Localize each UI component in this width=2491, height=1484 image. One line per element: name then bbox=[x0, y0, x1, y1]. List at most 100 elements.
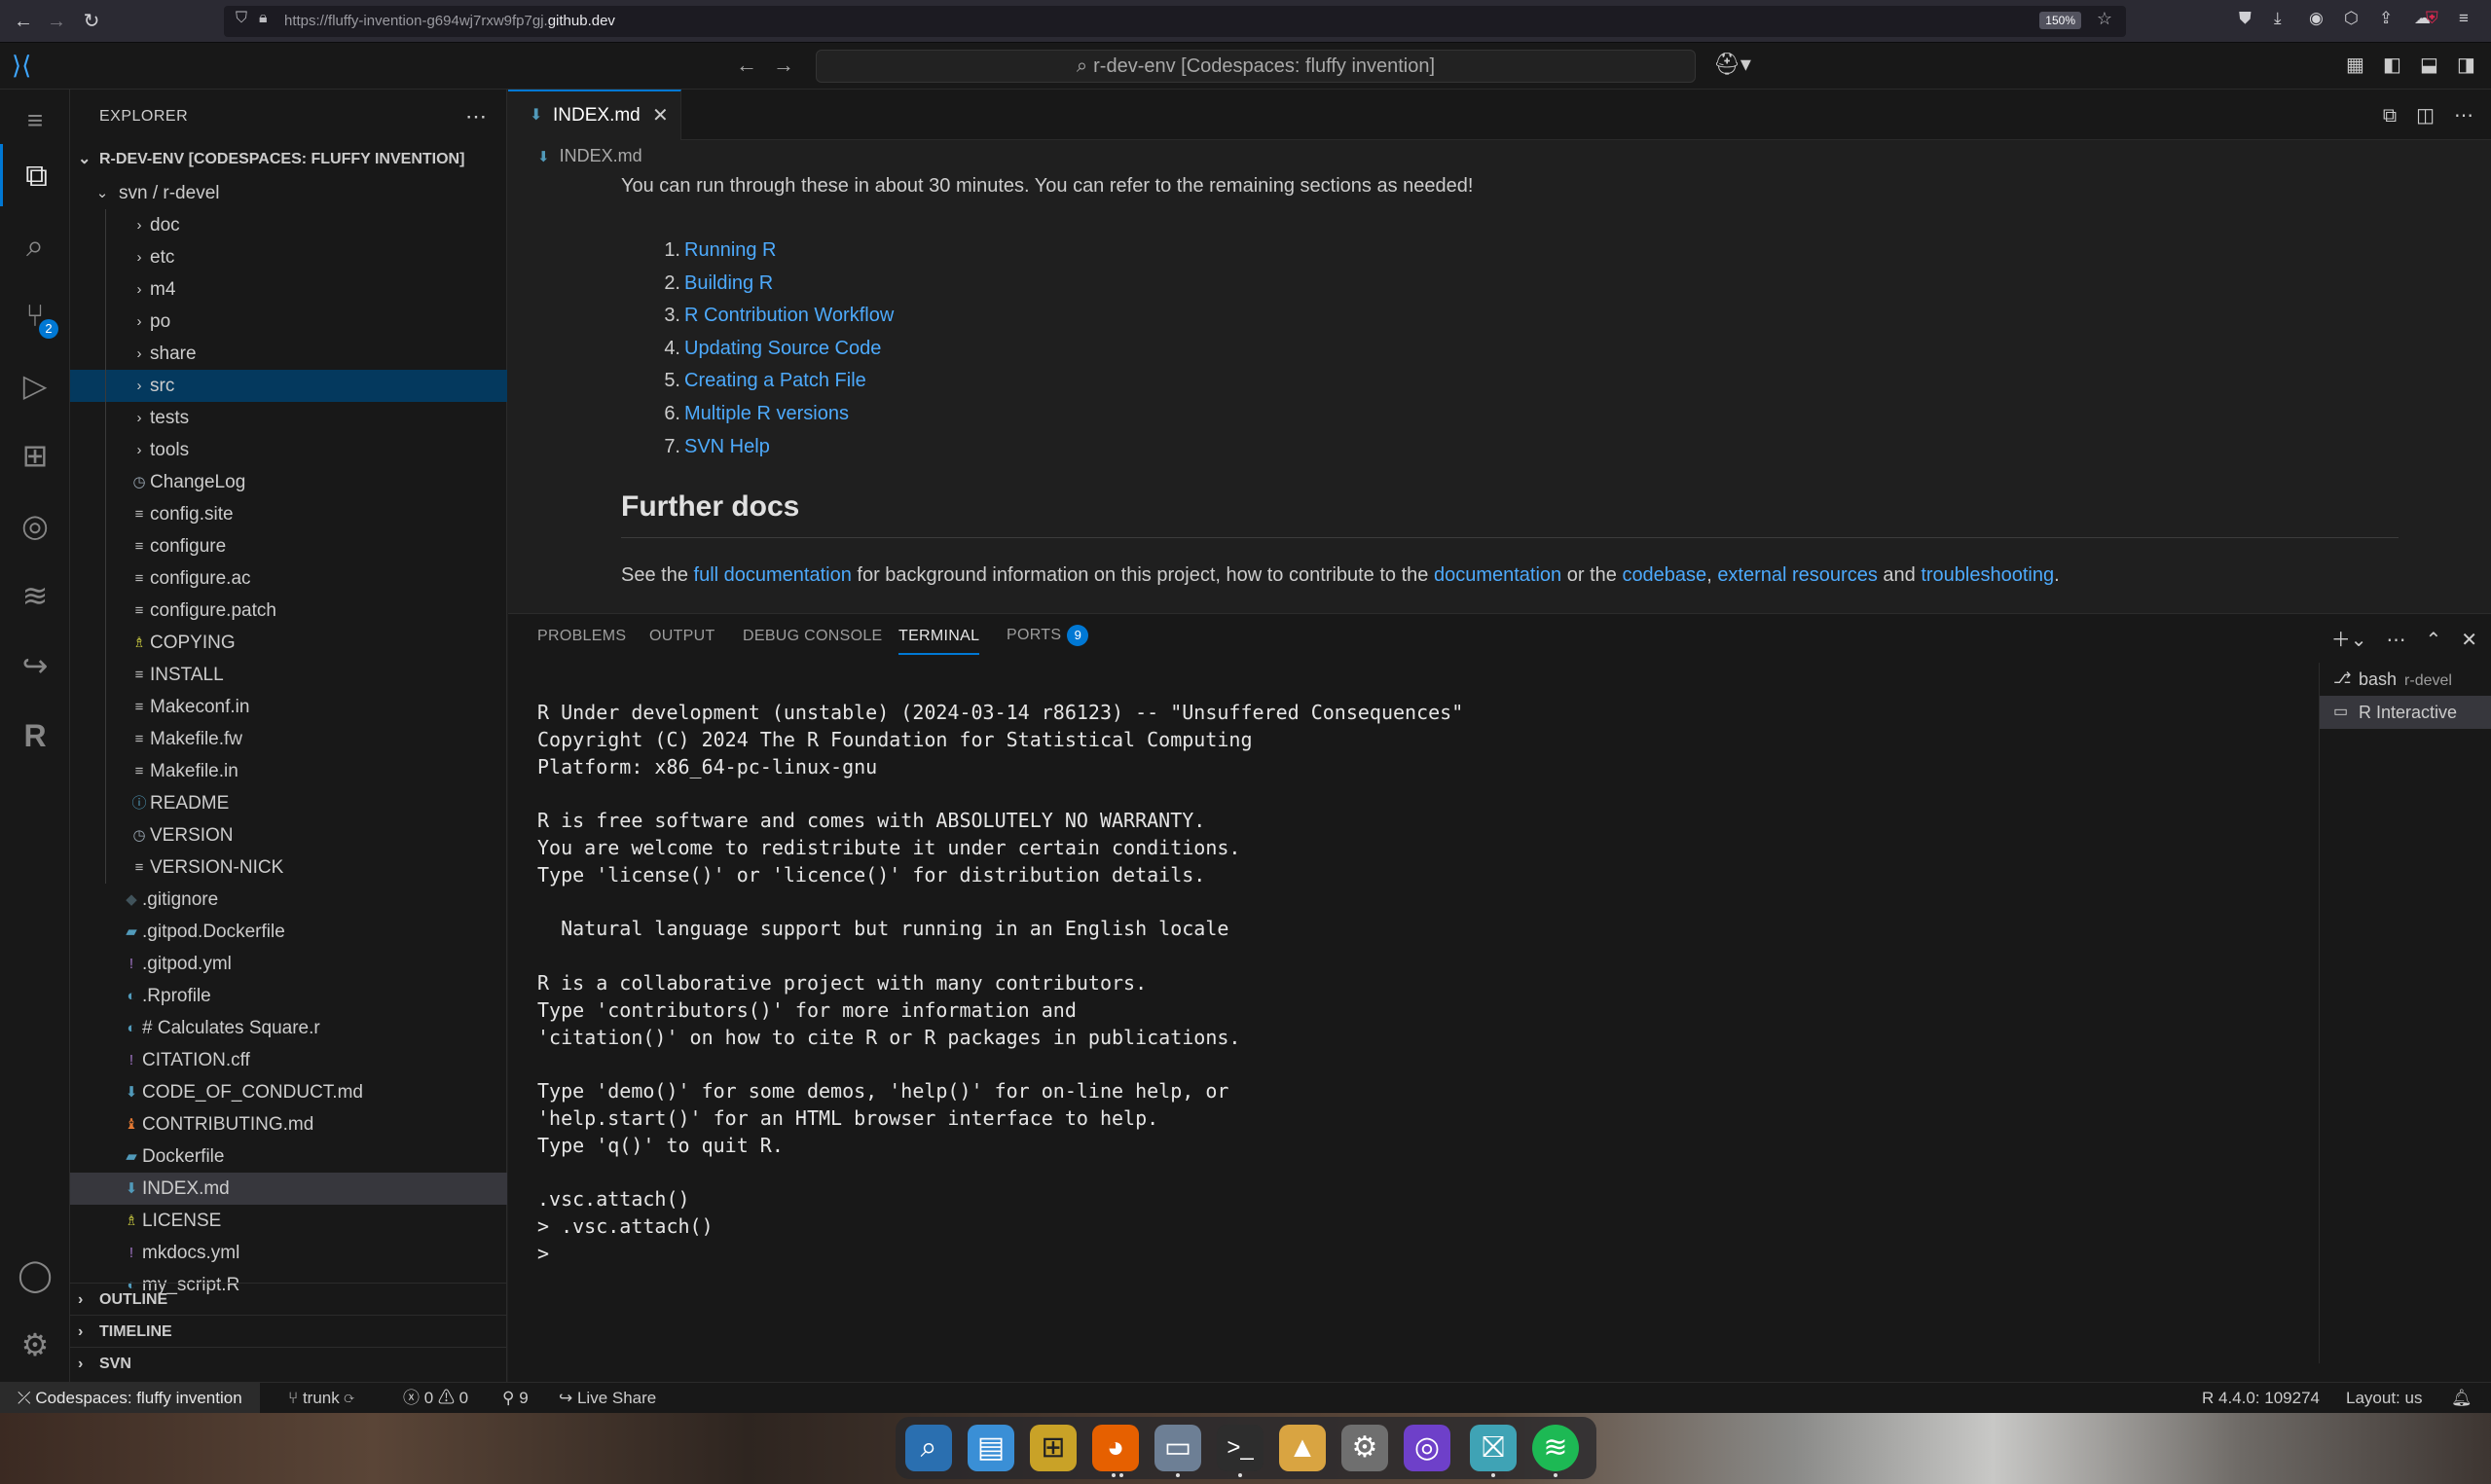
lock-icon[interactable]: 🔒︎ bbox=[259, 10, 268, 27]
tree-file[interactable]: ◐ .Rprofile bbox=[70, 980, 507, 1012]
live-share-icon[interactable]: ↪ bbox=[0, 634, 70, 697]
tree-folder[interactable]: › doc bbox=[70, 209, 507, 241]
tree-folder[interactable]: › po bbox=[70, 306, 507, 338]
svn-icon[interactable]: ≋ bbox=[0, 564, 70, 627]
run-debug-icon[interactable]: ▷ bbox=[0, 354, 70, 416]
tree-folder[interactable]: › tests bbox=[70, 402, 507, 434]
terminal-app-icon[interactable]: >_ bbox=[1217, 1425, 1264, 1471]
tree-file[interactable]: ! .gitpod.yml bbox=[70, 948, 507, 980]
tree-folder[interactable]: › share bbox=[70, 338, 507, 370]
tree-file[interactable]: ◐ # Calculates Square.r bbox=[70, 1012, 507, 1044]
workspace-header[interactable]: ⌄ R-DEV-ENV [CODESPACES: FLUFFY INVENTION… bbox=[70, 144, 507, 175]
tree-file[interactable]: ≡ configure bbox=[70, 530, 507, 562]
close-panel-icon[interactable]: ✕ bbox=[2461, 630, 2477, 651]
tree-file[interactable]: ≡ INSTALL bbox=[70, 659, 507, 691]
list-link[interactable]: SVN Help bbox=[684, 436, 770, 457]
list-link[interactable]: Running R bbox=[684, 239, 777, 261]
link-documentation[interactable]: documentation bbox=[1434, 564, 1561, 586]
command-center[interactable]: ⌕ r-dev-env [Codespaces: fluffy invention… bbox=[816, 50, 1696, 83]
settings-app-icon[interactable]: ⚙ bbox=[1341, 1425, 1388, 1471]
link-codebase[interactable]: codebase bbox=[1622, 564, 1706, 586]
tree-file[interactable]: ≡ Makeconf.in bbox=[70, 691, 507, 723]
tree-file[interactable]: ♗ LICENSE bbox=[70, 1205, 507, 1237]
more-actions-icon[interactable]: ⋯ bbox=[2454, 105, 2473, 127]
settings-gear-icon[interactable]: ⚙ bbox=[0, 1314, 70, 1376]
app-grid-icon[interactable]: ⊞ bbox=[1030, 1425, 1077, 1471]
tree-file[interactable]: ⬇ INDEX.md bbox=[70, 1173, 507, 1205]
account-icon[interactable]: ◉ bbox=[2309, 9, 2324, 28]
tree-file[interactable]: ♝ CONTRIBUTING.md bbox=[70, 1108, 507, 1140]
zoom-level-badge[interactable]: 150% bbox=[2039, 12, 2081, 29]
list-link[interactable]: Updating Source Code bbox=[684, 338, 881, 359]
tree-file[interactable]: ≡ config.site bbox=[70, 498, 507, 530]
forward-arrow-icon[interactable]: → bbox=[43, 8, 70, 35]
url-text[interactable]: https://fluffy-invention-g694wj7rxw9fp7g… bbox=[284, 13, 615, 29]
section-svn[interactable]: › SVN bbox=[70, 1347, 507, 1379]
tree-file[interactable]: ◷ ChangeLog bbox=[70, 466, 507, 498]
ublock-icon[interactable]: ⛨ bbox=[2426, 9, 2438, 28]
tree-folder[interactable]: › m4 bbox=[70, 273, 507, 306]
shield-icon[interactable]: ⛉ bbox=[236, 10, 247, 27]
split-editor-icon[interactable]: ◫ bbox=[2416, 105, 2435, 127]
source-control-icon[interactable]: ⑂ 2 bbox=[0, 284, 70, 346]
pocket-icon[interactable]: ⛊ bbox=[2239, 9, 2252, 28]
search-app-icon[interactable]: ⌕ bbox=[905, 1425, 952, 1471]
branch-indicator[interactable]: ⑂ trunk ⟳ bbox=[288, 1383, 354, 1413]
extensions-icon[interactable]: ⬡ bbox=[2344, 9, 2359, 28]
tree-folder[interactable]: › src bbox=[70, 370, 507, 402]
more-actions-icon[interactable]: ⋯ bbox=[2386, 630, 2405, 651]
tree-file[interactable]: ! mkdocs.yml bbox=[70, 1237, 507, 1269]
live-share-indicator[interactable]: ↪ Live Share bbox=[559, 1383, 656, 1413]
tree-file[interactable]: ≡ Makefile.fw bbox=[70, 723, 507, 755]
accounts-icon[interactable]: ◯ bbox=[0, 1244, 70, 1306]
url-bar[interactable]: ⛉ 🔒︎ https://fluffy-invention-g694wj7rxw… bbox=[224, 6, 2126, 37]
tree-file[interactable]: ◆ .gitignore bbox=[70, 884, 507, 916]
firefox-icon[interactable]: ◕ bbox=[1092, 1425, 1139, 1471]
menu-icon[interactable]: ≡ bbox=[0, 90, 70, 152]
notifications-bell-icon[interactable]: 🔔︎ bbox=[2451, 1383, 2473, 1413]
terminal-item-bash[interactable]: ⎇ bash r-devel bbox=[2320, 663, 2491, 696]
tree-file[interactable]: ⓘ README bbox=[70, 787, 507, 819]
menu-icon[interactable]: ≡ bbox=[2459, 9, 2469, 28]
r-version-indicator[interactable]: R 4.4.0: 109274 bbox=[2202, 1383, 2320, 1413]
gift-app-icon[interactable]: ⛝ bbox=[1470, 1425, 1517, 1471]
tree-file[interactable]: ≡ Makefile.in bbox=[70, 755, 507, 787]
tree-file[interactable]: ≡ configure.patch bbox=[70, 595, 507, 627]
link-troubleshooting[interactable]: troubleshooting bbox=[1921, 564, 2054, 586]
list-link[interactable]: Creating a Patch File bbox=[684, 370, 866, 391]
tree-file[interactable]: ▰ Dockerfile bbox=[70, 1140, 507, 1173]
close-icon[interactable]: ✕ bbox=[652, 103, 669, 127]
share-icon[interactable]: ⇪ bbox=[2379, 9, 2393, 28]
tab-ports[interactable]: PORTS 9 bbox=[1007, 625, 1089, 646]
search-icon[interactable]: ⌕ bbox=[0, 214, 70, 276]
explorer-icon[interactable]: ⧉ bbox=[0, 144, 70, 206]
copilot-icon[interactable]: ⛑▾ bbox=[1713, 52, 1751, 77]
tab-index-md[interactable]: ⬇ INDEX.md ✕ bbox=[508, 90, 681, 140]
tree-file[interactable]: ≡ configure.ac bbox=[70, 562, 507, 595]
reload-icon[interactable]: ↻ bbox=[78, 8, 105, 35]
list-link[interactable]: Building R bbox=[684, 272, 773, 294]
tree-file[interactable]: ≡ VERSION-NICK bbox=[70, 851, 507, 884]
tree-file[interactable]: ⬇ CODE_OF_CONDUCT.md bbox=[70, 1076, 507, 1108]
list-link[interactable]: R Contribution Workflow bbox=[684, 305, 894, 326]
tree-file[interactable]: ▰ .gitpod.Dockerfile bbox=[70, 916, 507, 948]
ports-indicator[interactable]: ⚲ 9 bbox=[502, 1383, 529, 1413]
tree-folder[interactable]: › etc bbox=[70, 241, 507, 273]
tree-folder[interactable]: › tools bbox=[70, 434, 507, 466]
toggle-panel-icon[interactable]: ⬓ bbox=[2420, 53, 2438, 77]
spotify-icon[interactable]: ≋ bbox=[1532, 1425, 1579, 1471]
keyboard-layout-indicator[interactable]: Layout: us bbox=[2346, 1383, 2422, 1413]
r-icon[interactable]: R bbox=[0, 705, 70, 767]
bookmark-star-icon[interactable]: ☆ bbox=[2097, 9, 2112, 29]
nav-back-icon[interactable]: ← bbox=[736, 53, 757, 78]
github-icon[interactable]: ◎ bbox=[0, 494, 70, 557]
tab-problems[interactable]: PROBLEMS bbox=[537, 628, 626, 645]
customize-layout-icon[interactable]: ▦ bbox=[2346, 53, 2364, 77]
terminal-item-r-interactive[interactable]: ▭ R Interactive bbox=[2320, 696, 2491, 729]
tab-debug-console[interactable]: DEBUG CONSOLE bbox=[743, 628, 883, 645]
toggle-secondary-sidebar-icon[interactable]: ◨ bbox=[2457, 53, 2475, 77]
nav-forward-icon[interactable]: → bbox=[773, 53, 794, 78]
github-desktop-icon[interactable]: ◎ bbox=[1404, 1425, 1450, 1471]
problems-indicator[interactable]: ⓧ 0 ⚠ 0 bbox=[403, 1383, 468, 1413]
maximize-panel-icon[interactable]: ⌃ bbox=[2425, 630, 2441, 651]
